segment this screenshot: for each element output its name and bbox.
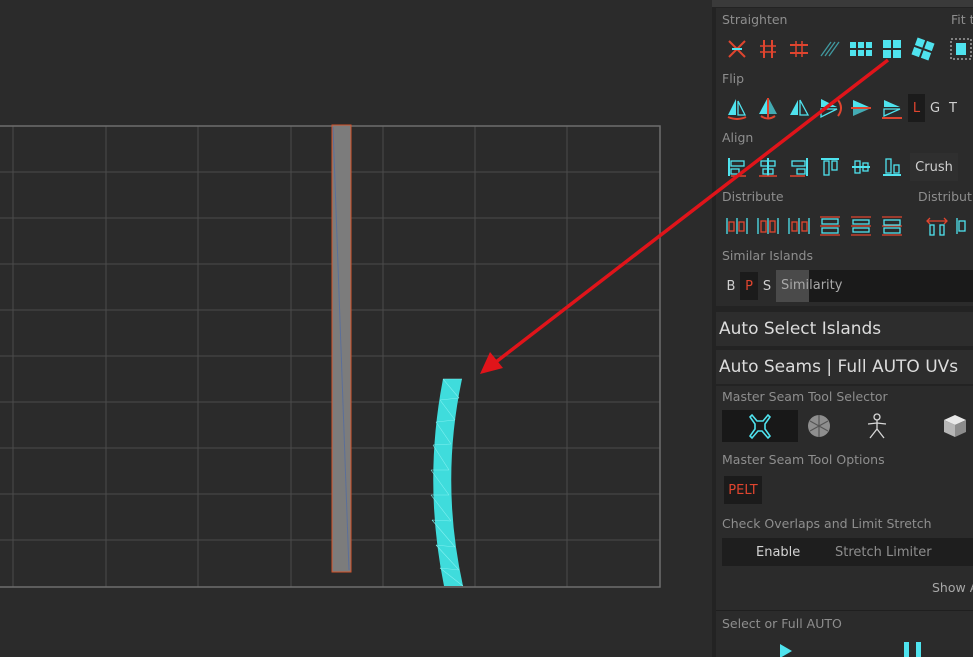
straighten-diagonal-icon[interactable] [815,34,845,64]
align-row: Crush [722,152,973,182]
flip-vertical-anchor-icon[interactable] [846,93,876,123]
distribute-label: Distribute [722,189,784,204]
check-overlaps-label: Check Overlaps and Limit Stretch [722,516,932,531]
play-icon[interactable] [780,644,792,657]
uv-tools-panel: Straighten Fit t Flip L G T Align Crush … [712,0,973,657]
crush-button[interactable]: Crush [910,153,958,181]
similarity-slider[interactable]: Similarity [776,270,973,302]
flip-label: Flip [722,71,745,86]
straighten-vertical-icon[interactable] [753,34,783,64]
panel-top-strip [712,0,973,7]
straighten-grid-wide-icon[interactable] [846,34,876,64]
flip-rotate-left-icon[interactable] [722,93,752,123]
fit-label: Fit t [951,12,973,27]
straighten-cross-icon[interactable] [722,34,752,64]
auto-seams-block: Master Seam Tool Selector Master Seam To… [716,386,973,657]
distribute-space-h-icon[interactable] [922,211,952,241]
flip-vertical-icon[interactable] [877,93,907,123]
straighten-row [722,34,973,64]
flip-row: L G T [722,93,973,123]
align-top-icon[interactable] [815,152,845,182]
flip-local-toggle[interactable]: L [908,94,925,122]
similar-islands-row: B P S Similarity [722,270,973,302]
straighten-grid-skew-icon[interactable] [908,34,938,64]
full-auto-icon[interactable] [904,642,924,657]
align-bottom-icon[interactable] [877,152,907,182]
align-center-v-icon[interactable] [846,152,876,182]
grey-island[interactable] [331,124,352,573]
distribute-top-icon[interactable] [815,211,845,241]
fit-tile-icon[interactable] [946,34,973,64]
flip-tile-toggle[interactable]: T [944,94,962,122]
align-left-icon[interactable] [722,152,752,182]
master-seam-selector-label: Master Seam Tool Selector [722,389,888,404]
straighten-grid-square-icon[interactable] [877,34,907,64]
flip-horizontal-icon[interactable] [784,93,814,123]
align-label: Align [722,130,754,145]
distribute-left-icon[interactable] [722,211,752,241]
divider [716,610,973,611]
seam-tool-row [722,410,973,442]
auto-select-islands-header[interactable]: Auto Select Islands [716,312,973,346]
similar-islands-label: Similar Islands [722,248,814,263]
pelt-button[interactable]: PELT [724,476,762,504]
stretch-limiter-button[interactable]: Stretch Limiter [835,538,932,566]
distribute-bottom-icon[interactable] [877,211,907,241]
distribute-row [722,211,973,241]
distribute-label-2: Distribut [918,189,972,204]
select-full-auto-label: Select or Full AUTO [722,616,842,631]
similar-s-toggle[interactable]: S [758,272,776,300]
flip-anchor-icon[interactable] [753,93,783,123]
distribute-center-icon[interactable] [753,211,783,241]
enable-button[interactable]: Enable [756,538,800,566]
uv-tools-block: Straighten Fit t Flip L G T Align Crush … [716,8,973,306]
align-center-h-icon[interactable] [753,152,783,182]
master-seam-options-label: Master Seam Tool Options [722,452,885,467]
uv-viewport[interactable] [0,0,712,657]
straighten-horizontal-icon[interactable] [784,34,814,64]
distribute-space-v-icon[interactable] [951,211,973,241]
box-tool-icon[interactable] [917,410,973,442]
flip-vertical-rotate-icon[interactable] [815,93,845,123]
character-tool-icon[interactable] [839,410,915,442]
similar-b-toggle[interactable]: B [722,272,740,300]
flip-global-toggle[interactable]: G [926,94,944,122]
distribute-middle-icon[interactable] [846,211,876,241]
cyan-island[interactable] [430,378,464,587]
align-right-icon[interactable] [784,152,814,182]
similarity-label: Similarity [781,278,843,293]
uv-canvas[interactable] [0,0,712,657]
straighten-label: Straighten [722,12,788,27]
overlap-options-bar: Enable Stretch Limiter [722,538,973,566]
uv-grid [0,126,660,587]
auto-seams-header[interactable]: Auto Seams | Full AUTO UVs [716,350,973,384]
show-label[interactable]: Show A [932,580,973,595]
distribute-right-icon[interactable] [784,211,814,241]
similar-p-toggle[interactable]: P [740,272,758,300]
